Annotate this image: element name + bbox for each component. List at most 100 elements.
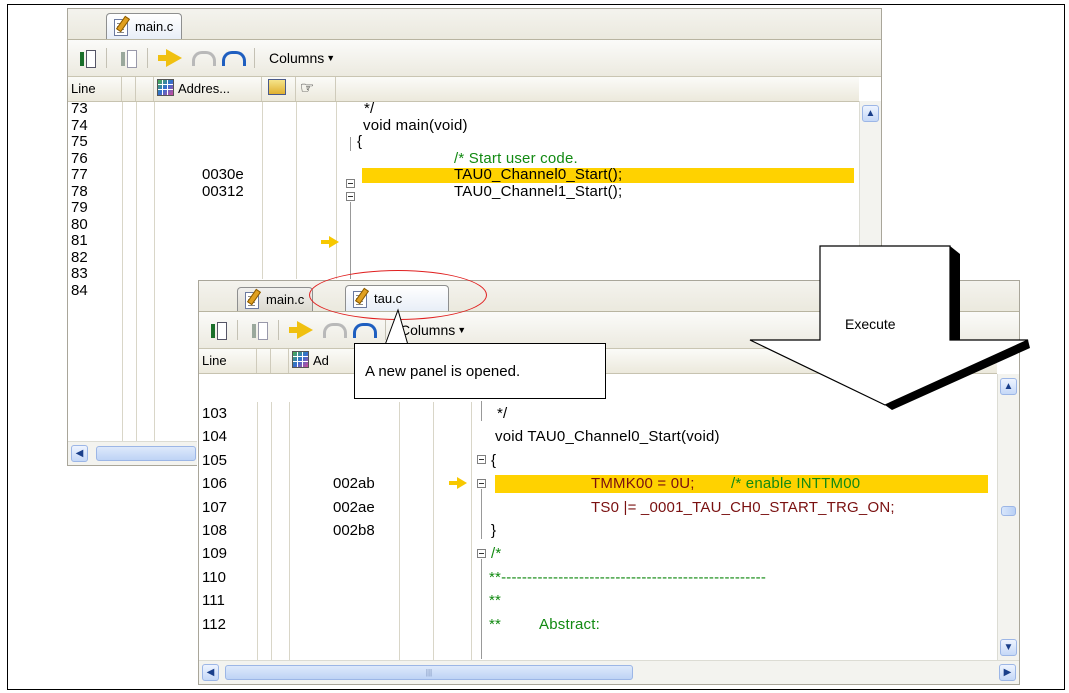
step-over-button[interactable]	[192, 46, 216, 70]
code-row[interactable]: 73 */	[68, 100, 859, 118]
code-row-current[interactable]: 77 0030e TAU0_Channel0_Start();	[68, 166, 859, 184]
grid-icon	[157, 79, 174, 96]
code-row[interactable]: 108 002b8}	[199, 519, 997, 542]
header-blank-2	[271, 349, 289, 373]
download-disabled-button[interactable]	[115, 46, 139, 70]
header-line[interactable]: Line	[68, 77, 122, 101]
line-number: 82	[71, 248, 88, 266]
code-row[interactable]: 111 **	[199, 589, 997, 612]
header-address[interactable]: Addres...	[154, 77, 262, 101]
code-comment: **--------------------------------------…	[489, 568, 767, 586]
scroll-right-icon[interactable]: ▶	[999, 664, 1016, 681]
download-button[interactable]	[74, 46, 98, 70]
code-rows: 103 */ 104 void TAU0_Channel0_Start(void) …	[199, 402, 997, 636]
code-text: TMMK00 = 0U;	[591, 475, 695, 493]
tab-label: main.c	[266, 292, 305, 307]
code-row[interactable]: 76 /* Start user code.	[68, 149, 859, 168]
code-text: }	[491, 521, 497, 539]
line-number: 108	[202, 521, 228, 539]
current-pc-arrow-icon	[289, 321, 313, 339]
code-comment: **	[489, 615, 502, 633]
download-icon	[208, 320, 227, 340]
code-comment: /*	[491, 545, 502, 563]
execute-label: Execute	[845, 316, 896, 332]
column-header: Line Addres... ☞	[68, 77, 859, 102]
header-event[interactable]	[262, 77, 296, 101]
scroll-left-icon[interactable]: ◀	[202, 664, 219, 681]
download-button[interactable]	[205, 318, 229, 342]
go-to-pc-button[interactable]	[158, 46, 186, 70]
header-address-label: Addres...	[178, 81, 231, 96]
header-blank-2	[136, 77, 154, 101]
go-to-pc-button[interactable]	[289, 318, 317, 342]
vertical-scroll-thumb[interactable]	[1001, 506, 1016, 516]
step-over-icon	[192, 50, 216, 66]
scroll-left-icon[interactable]: ◀	[71, 445, 88, 462]
fold-line	[481, 489, 482, 539]
code-row[interactable]: 79	[68, 199, 859, 217]
fold-line	[481, 559, 482, 659]
current-pc-marker-icon	[321, 236, 339, 248]
address-value: 002b8	[333, 521, 375, 539]
step-over-icon	[323, 322, 347, 338]
code-row[interactable]: 78 00312 TAU0_Channel1_Start();	[68, 182, 859, 201]
line-number: 77	[71, 166, 88, 183]
address-value: 002ae	[333, 498, 375, 516]
header-line[interactable]: Line	[199, 349, 257, 373]
tab-main-c[interactable]: main.c	[237, 287, 314, 311]
code-row[interactable]: 75 {	[68, 133, 859, 151]
horizontal-scrollbar[interactable]: ◀ ||| ▶	[199, 660, 1019, 684]
fold-toggle-icon[interactable]	[477, 455, 486, 464]
code-row[interactable]: 80	[68, 216, 859, 234]
code-row[interactable]: 107 002ae TS0 |= _0001_TAU_CH0_START_TRG_O…	[199, 496, 997, 519]
code-text: void TAU0_Channel0_Start(void)	[495, 428, 720, 446]
horizontal-scroll-thumb[interactable]	[96, 446, 196, 461]
code-comment: Abstract:	[539, 615, 600, 633]
toolbar-separator	[254, 48, 255, 68]
code-row[interactable]: 105 {	[199, 449, 997, 472]
caret-down-icon: ▼	[457, 325, 467, 335]
line-number: 106	[202, 475, 228, 493]
line-number: 105	[202, 451, 228, 469]
return-button[interactable]	[222, 46, 246, 70]
address-value: 00312	[202, 182, 244, 200]
code-row[interactable]: 112 ** Abstract:	[199, 613, 997, 636]
tab-label: main.c	[135, 19, 174, 34]
code-row[interactable]: 104 void TAU0_Channel0_Start(void)	[199, 425, 997, 448]
line-number: 104	[202, 428, 228, 446]
line-number: 110	[202, 568, 226, 586]
header-blank-1	[122, 77, 136, 101]
highlight-ellipse	[309, 270, 487, 320]
line-number: 111	[202, 592, 225, 610]
fold-toggle-icon[interactable]	[477, 479, 486, 488]
fold-line	[350, 202, 351, 282]
scroll-down-icon[interactable]: ▼	[1000, 639, 1017, 656]
code-comment: /* Start user code.	[454, 149, 578, 167]
grid-icon	[292, 351, 309, 368]
fold-toggle-icon[interactable]	[477, 549, 486, 558]
horizontal-scrollbar[interactable]: ◀	[68, 441, 208, 465]
columns-menu-button[interactable]: Columns ▼	[269, 50, 335, 66]
tab-main-c[interactable]: main.c	[106, 13, 183, 39]
horizontal-scroll-thumb[interactable]: |||	[225, 665, 633, 680]
line-number: 76	[71, 149, 88, 167]
scroll-up-icon[interactable]: ▲	[862, 105, 879, 122]
header-pointer[interactable]: ☞	[296, 77, 336, 101]
toolbar-separator	[147, 48, 148, 68]
tab-strip: main.c	[68, 9, 881, 40]
code-row[interactable]: 74 void main(void)	[68, 117, 859, 135]
return-icon	[222, 50, 246, 66]
code-row[interactable]: 110 **-----------------------------------…	[199, 566, 997, 589]
code-row-current[interactable]: 106 002ab TMMK00 = 0U; /* enable INTTM00	[199, 472, 997, 495]
editor-toolbar: Columns ▼	[68, 40, 881, 77]
download-icon	[77, 48, 96, 68]
columns-menu-button[interactable]: Columns ▼	[400, 322, 466, 338]
return-button[interactable]	[353, 318, 377, 342]
code-text: {	[357, 133, 363, 150]
step-over-button[interactable]	[323, 318, 347, 342]
fold-toggle-icon[interactable]	[346, 179, 355, 188]
toolbar-separator	[385, 320, 386, 340]
fold-toggle-icon[interactable]	[346, 192, 355, 201]
download-disabled-button[interactable]	[246, 318, 270, 342]
code-row[interactable]: 109 /*	[199, 542, 997, 565]
